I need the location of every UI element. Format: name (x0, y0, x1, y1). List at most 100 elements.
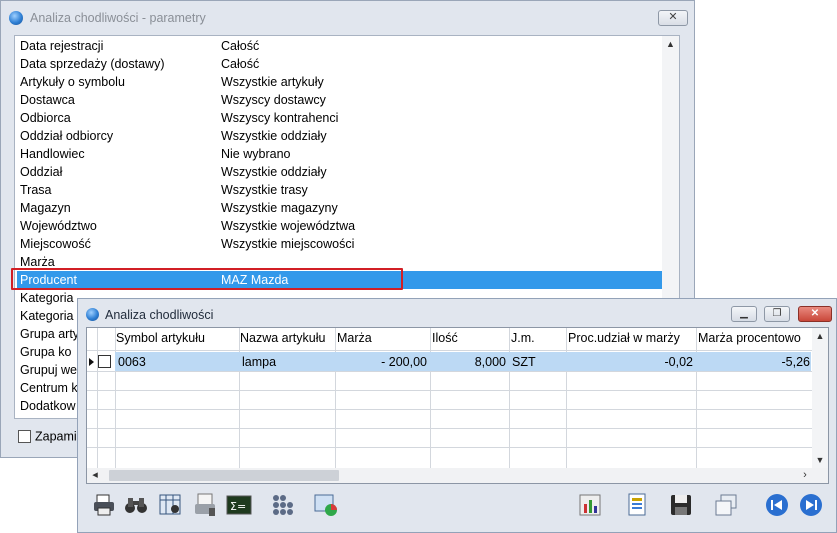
grid-line (87, 428, 812, 429)
grid-line (87, 390, 812, 391)
column-header[interactable]: J.m. (511, 330, 535, 350)
sum-icon[interactable]: Σ= (226, 492, 252, 518)
param-row[interactable]: Województwo Wszystkie województwa (17, 217, 663, 235)
param-row[interactable]: Dostawca Wszyscy dostawcy (17, 91, 663, 109)
grid-line (87, 409, 812, 410)
param-key: Handlowiec (20, 147, 85, 161)
printer-settings-icon[interactable] (192, 492, 218, 518)
analysis-window: Analiza chodliwości ▁ ❐ ✕ Symbol artykuł… (77, 298, 837, 533)
param-value: Wszyscy dostawcy (221, 93, 326, 107)
next-icon[interactable] (798, 492, 824, 518)
grid-line (87, 350, 812, 351)
window-chart-icon[interactable] (313, 492, 339, 518)
save-params-checkbox-row[interactable]: Zapami (18, 428, 77, 444)
cell-quantity[interactable]: 8,000 (432, 353, 506, 371)
minimize-button[interactable]: ▁ (731, 306, 757, 322)
printer-icon[interactable] (91, 492, 117, 518)
column-header[interactable]: Marża procentowo (698, 330, 801, 350)
analysis-window-title: Analiza chodliwości (105, 308, 214, 322)
param-value: Wszystkie artykuły (221, 75, 324, 89)
param-row[interactable]: Artykuły o symbolu Wszystkie artykuły (17, 73, 663, 91)
param-key: Odbiorca (20, 111, 71, 125)
param-key: Oddział odbiorcy (20, 129, 114, 143)
param-value: Wszyscy kontrahenci (221, 111, 339, 125)
table-search-icon[interactable] (158, 492, 184, 518)
scroll-down-icon[interactable]: ▼ (812, 452, 828, 468)
analysis-titlebar[interactable]: Analiza chodliwości ▁ ❐ ✕ (78, 299, 836, 327)
cell-unit[interactable]: SZT (512, 353, 536, 371)
param-row[interactable]: Magazyn Wszystkie magazyny (17, 199, 663, 217)
param-row[interactable]: Odbiorca Wszyscy kontrahenci (17, 109, 663, 127)
column-header[interactable]: Symbol artykułu (116, 330, 205, 350)
param-key: Dostawca (20, 93, 75, 107)
param-value: Całość (221, 39, 260, 53)
param-key: Grupa ko (20, 345, 72, 359)
save-params-label: Zapami (35, 429, 77, 444)
param-key: Trasa (20, 183, 52, 197)
scroll-up-icon[interactable]: ▲ (662, 36, 679, 53)
scroll-thumb[interactable] (109, 470, 339, 481)
windows-icon[interactable] (713, 492, 739, 518)
save-icon[interactable] (668, 492, 694, 518)
grid-dots-icon[interactable] (270, 492, 296, 518)
param-key: Miejscowość (20, 237, 91, 251)
cell-margin-share[interactable]: -0,02 (568, 353, 694, 371)
scroll-up-icon[interactable]: ▲ (812, 328, 828, 344)
param-value: Wszystkie oddziały (221, 165, 327, 179)
cell-symbol[interactable]: 0063 (118, 353, 146, 371)
grid-vertical-scrollbar[interactable]: ▲ ▼ (812, 328, 828, 468)
param-value: Całość (221, 57, 260, 71)
column-header[interactable]: Proc.udział w marży (568, 330, 680, 350)
param-row[interactable]: Oddział odbiorcy Wszystkie oddziały (17, 127, 663, 145)
param-row[interactable]: Miejscowość Wszystkie miejscowości (17, 235, 663, 253)
binoculars-icon[interactable] (123, 492, 149, 518)
param-row[interactable]: Data sprzedaży (dostawy) Całość (17, 55, 663, 73)
scroll-right-icon[interactable]: › (797, 468, 813, 483)
param-key: Data sprzedaży (dostawy) (20, 57, 165, 71)
svg-text:Σ=: Σ= (230, 500, 246, 513)
grid-line (87, 447, 812, 448)
param-key: Kategoria (20, 309, 74, 323)
scroll-left-icon[interactable]: ◂ (87, 468, 103, 483)
param-key: Województwo (20, 219, 97, 233)
param-value: Wszystkie trasy (221, 183, 308, 197)
prev-icon[interactable] (764, 492, 790, 518)
param-key: Magazyn (20, 201, 71, 215)
analysis-grid: Symbol artykułu Nazwa artykułu Marża Ilo… (86, 327, 829, 484)
bar-chart-icon[interactable] (578, 492, 604, 518)
param-value: Wszystkie miejscowości (221, 237, 355, 251)
param-key: Grupa arty (20, 327, 80, 341)
cell-name[interactable]: lampa (242, 353, 276, 371)
row-checkbox[interactable] (98, 355, 111, 368)
app-globe-icon (86, 308, 99, 321)
param-row[interactable]: Oddział Wszystkie oddziały (17, 163, 663, 181)
param-row[interactable]: Handlowiec Nie wybrano (17, 145, 663, 163)
params-titlebar[interactable]: Analiza chodliwości - parametry ✕ (1, 1, 694, 35)
param-key: Kategoria (20, 291, 74, 305)
param-value: Wszystkie magazyny (221, 201, 338, 215)
param-value: Wszystkie województwa (221, 219, 356, 233)
column-header[interactable]: Marża (337, 330, 372, 350)
params-close-button[interactable]: ✕ (658, 10, 688, 26)
report-icon[interactable] (624, 492, 650, 518)
column-header[interactable]: Nazwa artykułu (240, 330, 325, 350)
param-key: Oddział (20, 165, 63, 179)
column-header[interactable]: Ilość (432, 330, 458, 350)
param-value: Wszystkie oddziały (221, 129, 327, 143)
cell-margin[interactable]: - 200,00 (337, 353, 427, 371)
param-key: Grupuj we (20, 363, 77, 377)
param-row[interactable]: Data rejestracji Całość (17, 37, 663, 55)
param-value: Nie wybrano (221, 147, 291, 161)
save-params-checkbox[interactable] (18, 430, 31, 444)
param-key: Artykuły o symbolu (20, 75, 125, 89)
param-key: Data rejestracji (20, 39, 104, 53)
params-window-title: Analiza chodliwości - parametry (30, 11, 206, 25)
param-row[interactable]: Trasa Wszystkie trasy (17, 181, 663, 199)
grid-horizontal-scrollbar[interactable]: ◂ › (87, 468, 828, 483)
param-key: Centrum k (20, 381, 78, 395)
app-globe-icon (9, 11, 23, 25)
close-button[interactable]: ✕ (798, 306, 832, 322)
grid-line (87, 371, 812, 372)
maximize-button[interactable]: ❐ (764, 306, 790, 322)
cell-margin-percent[interactable]: -5,26 (698, 353, 811, 371)
